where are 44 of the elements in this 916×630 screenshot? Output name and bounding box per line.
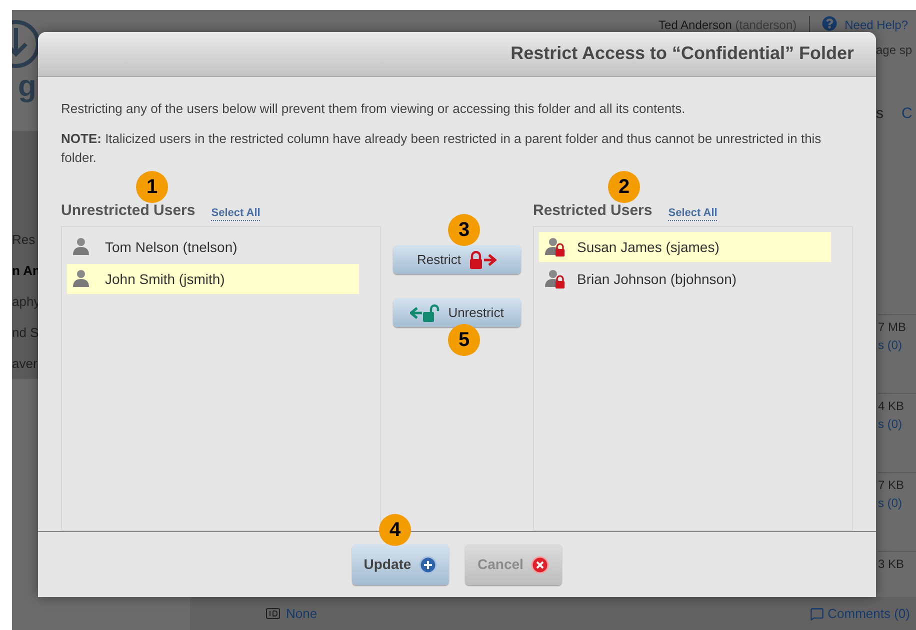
restrict-button[interactable]: Restrict (393, 245, 521, 274)
file-size: 7 KB (878, 477, 906, 494)
user-item[interactable]: Susan James (sjames) (539, 232, 831, 262)
callout-badge: 4 (379, 514, 411, 546)
arrow-unlock-icon (410, 304, 440, 322)
sidebar-item[interactable]: aver (12, 355, 42, 372)
select-all-link[interactable]: Select All (668, 207, 718, 222)
tab-label[interactable]: C (902, 103, 912, 126)
column-title: Restricted Users (533, 200, 652, 221)
lock-arrow-icon (469, 250, 498, 269)
callout-badge: 1 (136, 171, 168, 204)
user-item[interactable]: Brian Johnson (bjohnson) (539, 264, 831, 294)
comments-link[interactable]: s (0) (878, 494, 916, 512)
update-button[interactable]: Update (352, 544, 449, 586)
callout-badge: 5 (448, 324, 480, 356)
help-link[interactable]: Need Help? (844, 16, 908, 34)
tab-label[interactable]: s (876, 103, 884, 126)
header-text: age sp (876, 42, 914, 60)
logo-text: g (17, 72, 36, 102)
column-title: Unrestricted Users (61, 200, 196, 221)
plus-icon (419, 556, 438, 574)
file-size: 7 MB (878, 319, 908, 336)
comments-link[interactable]: s (0) (878, 336, 916, 354)
callout-badge: 3 (448, 214, 480, 246)
unrestrict-button[interactable]: Unrestrict (393, 298, 521, 328)
file-size: 3 KB (878, 556, 906, 573)
select-all-link[interactable]: Select All (211, 207, 260, 222)
comments-link[interactable]: Comments (0) (828, 604, 910, 624)
intro-text: Restricting any of the users below will prevent them from viewing or accessing this folder and all its contents. (61, 100, 686, 118)
help-icon (822, 16, 837, 31)
sidebar-item[interactable]: Res (12, 231, 42, 248)
dialog-title: Restrict Access to “Confidential” Folder (510, 42, 854, 66)
locked-user-icon (545, 237, 567, 258)
user-item[interactable]: John Smith (jsmith) (67, 264, 359, 294)
id-icon (266, 608, 280, 619)
comment-icon (810, 606, 824, 620)
close-icon (531, 556, 550, 574)
note-text: NOTE: Italicized users in the restricted column have already been restricted in a parent folder and thus cannot be unrestricted in this folder. (61, 130, 822, 168)
comments-link[interactable]: s (0) (878, 415, 916, 433)
file-size: 4 KB (878, 398, 906, 415)
locked-user-icon (545, 269, 567, 290)
user-item[interactable]: Tom Nelson (tnelson) (67, 232, 359, 262)
callout-badge: 2 (608, 171, 640, 204)
id-link[interactable]: None (286, 604, 318, 624)
